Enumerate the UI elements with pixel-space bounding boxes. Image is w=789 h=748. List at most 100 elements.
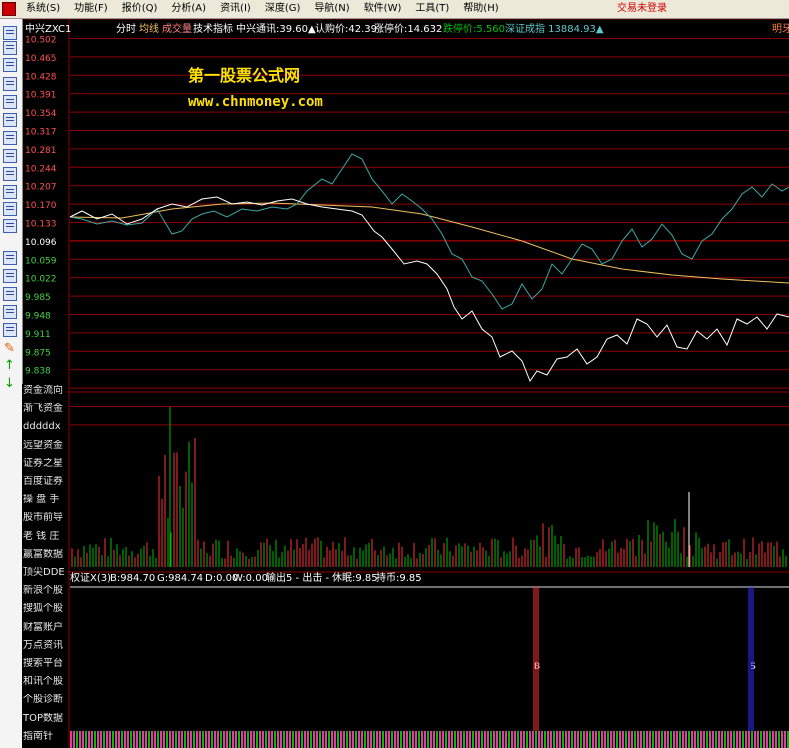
index-quote: 深证成指 13884.93▲	[505, 22, 604, 35]
signal-band-cell	[223, 731, 225, 748]
indicator-panel: 权证X(3) B:984.70 G:984.74 D:0.00 W:0.00 输…	[70, 571, 789, 748]
nav-link-5[interactable]: 百度证券	[23, 476, 67, 488]
mode-label[interactable]: 分时	[116, 23, 136, 35]
nav-link-3[interactable]: 远望资金	[23, 440, 67, 452]
login-status[interactable]: 交易未登录	[617, 2, 667, 16]
signal-band-cell	[529, 731, 531, 748]
menu-item-6[interactable]: 导航(N)	[314, 2, 349, 16]
signal-band-cell	[751, 731, 753, 748]
signal-band-cell	[241, 731, 243, 748]
menu-item-4[interactable]: 资讯(I)	[220, 2, 251, 16]
signal-band-cell	[622, 731, 624, 748]
toolbar-tool-icon[interactable]	[3, 113, 17, 127]
toolbar-tool-icon[interactable]	[3, 269, 17, 283]
toolbar-tool-icon[interactable]	[3, 323, 17, 337]
nav-link-7[interactable]: 股市前导	[23, 512, 67, 524]
signal-band-cell	[331, 731, 333, 748]
menu-item-9[interactable]: 帮助(H)	[463, 2, 498, 16]
menu-item-2[interactable]: 报价(Q)	[122, 2, 158, 16]
toolbar-tool-icon[interactable]	[3, 26, 17, 40]
signal-band-cell	[760, 731, 762, 748]
nav-link-17[interactable]: 个股诊断	[23, 694, 67, 706]
nav-link-18[interactable]: TOP数据	[23, 713, 67, 725]
nav-link-16[interactable]: 和讯个股	[23, 676, 67, 688]
indicator-b: B:984.70	[110, 573, 155, 584]
toolbar-tool-icon[interactable]	[3, 185, 17, 199]
menu-item-0[interactable]: 系统(S)	[26, 2, 60, 16]
signal-band-cell	[202, 731, 204, 748]
menu-item-8[interactable]: 工具(T)	[415, 2, 449, 16]
nav-link-19[interactable]: 指南针	[23, 731, 67, 743]
down-arrow-icon[interactable]: ↓	[4, 377, 15, 391]
signal-band-cell	[718, 731, 720, 748]
menu-item-1[interactable]: 功能(F)	[74, 2, 108, 16]
signal-band-cell	[364, 731, 366, 748]
signal-band-cell	[466, 731, 468, 748]
signal-band-cell	[439, 731, 441, 748]
price-axis-label: 9.875	[25, 348, 51, 358]
signal-band-cell	[274, 731, 276, 748]
toolbar-tool-icon[interactable]	[3, 149, 17, 163]
signal-band-cell	[268, 731, 270, 748]
up-arrow-icon[interactable]: ↑	[4, 359, 15, 373]
toolbar-tool-icon[interactable]	[3, 95, 17, 109]
toolbar-tool-icon[interactable]	[3, 58, 17, 72]
toolbar-tool-icon[interactable]	[3, 305, 17, 319]
price-axis-label: 9.838	[25, 367, 51, 377]
nav-link-15[interactable]: 搜索平台	[23, 658, 67, 670]
signal-band-cell	[541, 731, 543, 748]
nav-link-14[interactable]: 万点资讯	[23, 640, 67, 652]
price-axis-label: 10.207	[25, 183, 57, 193]
signal-band-cell	[583, 731, 585, 748]
menu-item-7[interactable]: 软件(W)	[364, 2, 402, 16]
nav-link-1[interactable]: 渐飞资金	[23, 403, 67, 415]
tech-indicator-label[interactable]: 技术指标	[193, 22, 233, 35]
signal-band-cell	[118, 731, 120, 748]
signal-band-cell	[724, 731, 726, 748]
indicator-name[interactable]: 权证X(3)	[70, 571, 111, 584]
nav-link-4[interactable]: 证券之星	[23, 458, 67, 470]
signal-band-cell	[703, 731, 705, 748]
signal-band-cell	[475, 731, 477, 748]
toolbar-tool-icon[interactable]	[3, 287, 17, 301]
toolbar-tool-icon[interactable]	[3, 251, 17, 265]
signal-band-cell	[199, 731, 201, 748]
nav-link-10[interactable]: 顶尖DDE	[23, 567, 67, 579]
signal-band-cell	[532, 731, 534, 748]
signal-band-cell	[346, 731, 348, 748]
signal-band-cell	[325, 731, 327, 748]
signal-band-cell	[412, 731, 414, 748]
signal-band-cell	[136, 731, 138, 748]
nav-link-6[interactable]: 操 盘 手	[23, 494, 67, 506]
nav-link-0[interactable]: 资金流向	[23, 385, 67, 397]
nav-link-9[interactable]: 赢富数据	[23, 549, 67, 561]
toolbar-tool-icon[interactable]	[3, 41, 17, 55]
signal-band-cell	[367, 731, 369, 748]
pencil-icon[interactable]: ✎	[4, 342, 15, 356]
signal-band-cell	[415, 731, 417, 748]
toolbar-tool-icon[interactable]	[3, 77, 17, 91]
signal-band-cell	[553, 731, 555, 748]
menu-item-3[interactable]: 分析(A)	[171, 2, 206, 16]
price-axis-label: 10.391	[25, 91, 57, 101]
nav-link-11[interactable]: 新浪个股	[23, 585, 67, 597]
toolbar-tool-icon[interactable]	[3, 219, 17, 233]
signal-band-cell	[496, 731, 498, 748]
signal-band-cell	[568, 731, 570, 748]
nav-link-13[interactable]: 财富账户	[23, 622, 67, 634]
toolbar-tool-icon[interactable]	[3, 202, 17, 216]
signal-band-cell	[208, 731, 210, 748]
signal-band-cell	[70, 731, 72, 748]
toolbar-tool-icon[interactable]	[3, 167, 17, 181]
toolbar-tool-icon[interactable]	[3, 131, 17, 145]
nav-link-8[interactable]: 老 钱 庄	[23, 531, 67, 543]
signal-band-cell	[418, 731, 420, 748]
nav-link-12[interactable]: 搜狐个股	[23, 603, 67, 615]
menu-item-5[interactable]: 深度(G)	[265, 2, 301, 16]
ref-stock-price: 中兴通讯:39.60▲	[236, 22, 316, 35]
signal-band-cell	[625, 731, 627, 748]
indicator-rest: 休眠:9.85	[332, 572, 378, 584]
signal-band-cell	[502, 731, 504, 748]
nav-link-2[interactable]: dddddx	[23, 421, 67, 433]
signal-band-cell	[646, 731, 648, 748]
